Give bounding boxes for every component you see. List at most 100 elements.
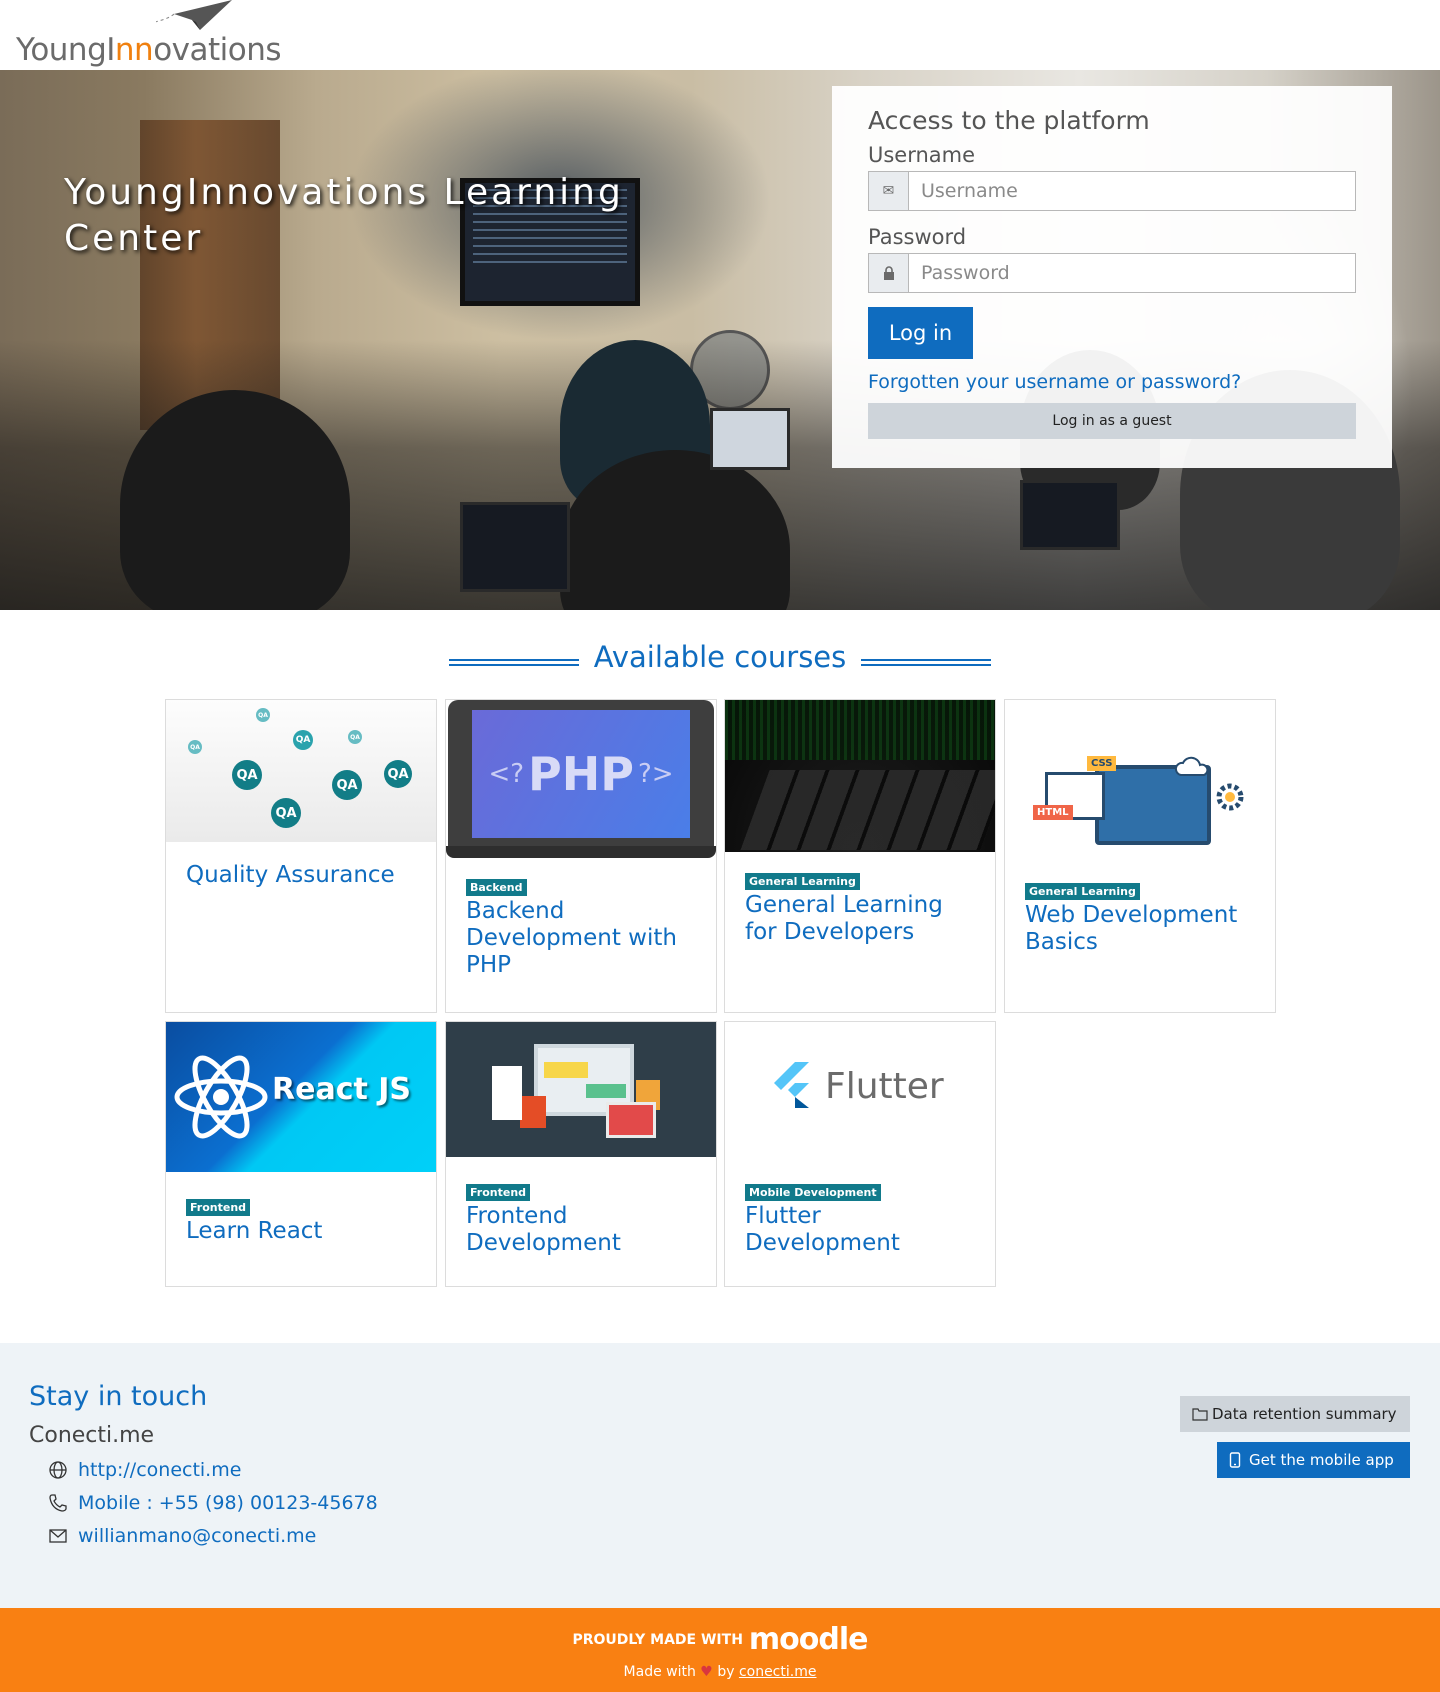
code-bracket-icon: <? xyxy=(488,759,525,789)
qa-bubble: QA xyxy=(188,740,202,754)
keyboard-keys xyxy=(740,770,995,850)
username-group: ✉ xyxy=(868,171,1356,211)
course-card[interactable]: QA QA QA QA QA QA QA QA Quality Assuranc… xyxy=(165,699,437,1013)
course-image-flutter: Flutter xyxy=(725,1022,995,1157)
course-body: Quality Assurance xyxy=(166,842,436,889)
qa-bubble: QA xyxy=(256,708,270,722)
qa-bubble: QA xyxy=(384,760,412,788)
course-name-link[interactable]: Quality Assurance xyxy=(186,862,416,889)
flutter-logo-text: Flutter xyxy=(825,1066,944,1107)
page-title: YoungInnovations Learning Center xyxy=(64,172,624,259)
data-retention-label: Data retention summary xyxy=(1212,1405,1397,1423)
top-navbar: YoungInnovations xyxy=(0,0,1440,70)
course-card[interactable]: HTML CSS General Learning Web Developmen… xyxy=(1004,699,1276,1013)
author-credit: Made with ♥ by conecti.me xyxy=(0,1664,1440,1680)
course-card[interactable]: Flutter Mobile Development Flutter Devel… xyxy=(724,1021,996,1287)
available-courses-heading: Available courses xyxy=(0,640,1440,674)
course-card[interactable]: General Learning General Learning for De… xyxy=(724,699,996,1013)
website-row: http://conecti.me xyxy=(48,1459,241,1481)
made-with-text: PROUDLY MADE WITH xyxy=(572,1631,743,1648)
password-group xyxy=(868,253,1356,293)
guest-login-button[interactable]: Log in as a guest xyxy=(868,403,1356,439)
login-panel: Access to the platform Username ✉ Passwo… xyxy=(832,86,1392,468)
password-input[interactable] xyxy=(908,253,1356,293)
forgot-password-link[interactable]: Forgotten your username or password? xyxy=(868,371,1356,393)
laptop-base xyxy=(446,846,716,858)
email-link[interactable]: willianmano@conecti.me xyxy=(78,1525,316,1547)
course-image-frontend xyxy=(446,1022,716,1157)
course-image-qa: QA QA QA QA QA QA QA QA xyxy=(166,700,436,842)
qa-bubble: QA xyxy=(293,730,313,750)
css-tag: CSS xyxy=(1087,756,1117,771)
course-card[interactable]: Frontend Frontend Development xyxy=(445,1021,717,1287)
page-footer: Stay in touch Conecti.me http://conecti.… xyxy=(0,1343,1440,1608)
footer-heading: Stay in touch xyxy=(29,1381,208,1412)
course-card[interactable]: React JS Frontend Learn React xyxy=(165,1021,437,1287)
course-name-link[interactable]: Backend Development with PHP xyxy=(466,898,696,979)
login-button[interactable]: Log in xyxy=(868,307,973,359)
course-body: Frontend Learn React xyxy=(166,1172,436,1245)
course-image-react: React JS xyxy=(166,1022,436,1172)
qa-bubble: QA xyxy=(271,798,301,828)
html-tag: HTML xyxy=(1033,805,1073,820)
website-link[interactable]: http://conecti.me xyxy=(78,1459,241,1481)
hero-photo-laptop xyxy=(460,502,570,592)
phone-text: Mobile : +55 (98) 00123-45678 xyxy=(78,1492,378,1514)
section-title: Available courses xyxy=(593,640,847,674)
logo-text: YoungInnovations xyxy=(16,32,282,68)
html5-shield xyxy=(520,1096,546,1128)
heading-decoration xyxy=(861,659,992,666)
phone-row: Mobile : +55 (98) 00123-45678 xyxy=(48,1492,378,1514)
react-atom-icon xyxy=(174,1055,268,1139)
password-label: Password xyxy=(868,225,967,249)
course-body: Mobile Development Flutter Development xyxy=(725,1157,995,1257)
course-body: Frontend Frontend Development xyxy=(446,1157,716,1257)
course-name-link[interactable]: Learn React xyxy=(186,1218,416,1245)
site-logo[interactable]: YoungInnovations xyxy=(16,0,282,70)
organization-name: Conecti.me xyxy=(29,1423,155,1448)
category-badge: Backend xyxy=(466,879,527,896)
course-body: General Learning General Learning for De… xyxy=(725,852,995,946)
author-link[interactable]: conecti.me xyxy=(739,1664,817,1680)
globe-icon xyxy=(49,1461,67,1479)
phone-icon xyxy=(49,1494,67,1512)
bottom-credits-bar: PROUDLY MADE WITH moodle Made with ♥ by … xyxy=(0,1608,1440,1692)
course-body: Backend Backend Development with PHP xyxy=(446,858,716,979)
course-name-link[interactable]: Frontend Development xyxy=(466,1203,696,1257)
mobile-app-label: Get the mobile app xyxy=(1249,1451,1394,1469)
username-input[interactable] xyxy=(908,171,1356,211)
envelope-icon xyxy=(49,1529,67,1543)
css-block xyxy=(586,1084,626,1098)
course-name-link[interactable]: General Learning for Developers xyxy=(745,892,975,946)
gear-icon xyxy=(1216,783,1244,811)
email-row: willianmano@conecti.me xyxy=(48,1525,316,1547)
php-logo-text: PHP xyxy=(528,747,634,801)
moodle-logo[interactable]: moodle xyxy=(749,1622,869,1657)
course-name-link[interactable]: Web Development Basics xyxy=(1025,902,1255,956)
heart-icon: ♥ xyxy=(700,1664,713,1680)
qa-bubble: QA xyxy=(232,760,262,790)
course-image-web: HTML CSS xyxy=(1005,700,1275,862)
flutter-logo-icon xyxy=(774,1062,809,1108)
login-heading: Access to the platform xyxy=(868,106,1150,135)
hero-photo-person xyxy=(120,390,350,610)
lock-icon xyxy=(868,253,908,293)
course-card[interactable]: <? PHP ?> Backend Backend Development wi… xyxy=(445,699,717,1013)
heading-decoration xyxy=(448,659,579,666)
html-block xyxy=(544,1062,588,1078)
react-logo-text: React JS xyxy=(272,1072,412,1107)
cloud-icon xyxy=(1174,756,1209,776)
qa-bubble: QA xyxy=(348,730,362,744)
envelope-icon: ✉ xyxy=(868,171,908,211)
folder-icon xyxy=(1192,1408,1208,1421)
code-bracket-icon: ?> xyxy=(637,759,674,789)
moodle-credit: PROUDLY MADE WITH moodle xyxy=(0,1622,1440,1657)
code-rain xyxy=(725,700,995,760)
course-image-keyboard xyxy=(725,700,995,852)
data-retention-button[interactable]: Data retention summary xyxy=(1180,1396,1410,1432)
qa-bubble: QA xyxy=(332,770,362,800)
mobile-app-button[interactable]: Get the mobile app xyxy=(1217,1442,1410,1478)
credit-prefix: Made with xyxy=(623,1664,696,1680)
course-name-link[interactable]: Flutter Development xyxy=(745,1203,975,1257)
tablet-illustration xyxy=(606,1102,656,1138)
